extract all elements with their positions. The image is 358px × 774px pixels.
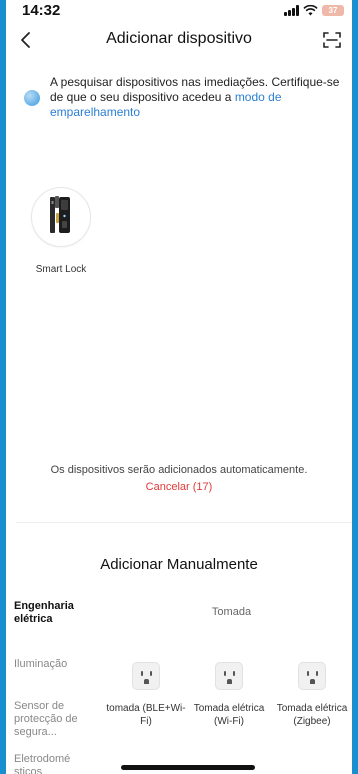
category-electrical-engineering[interactable]: Engenharia elétrica [14, 600, 94, 626]
category-appliances[interactable]: Eletrodomé sticos [14, 753, 94, 774]
section-title: Tomada [211, 606, 252, 618]
status-icons: 37 [284, 5, 344, 16]
searching-dot-icon [24, 90, 40, 106]
category-lighting[interactable]: Iluminação [14, 658, 94, 671]
page-title: Adicionar dispositivo [106, 30, 252, 47]
battery-icon: 37 [322, 5, 344, 16]
home-indicator [121, 765, 255, 770]
status-bar: 14:32 37 [6, 0, 352, 22]
item-label: tomada (BLE+Wi-Fi) [106, 703, 186, 727]
device-name: Smart Lock [35, 264, 87, 275]
category-security-sensor[interactable]: Sensor de protecção de segura... [14, 700, 94, 739]
power-outlet-icon [298, 662, 326, 690]
scan-icon[interactable] [320, 28, 344, 52]
power-outlet-icon [215, 662, 243, 690]
wifi-icon [303, 5, 318, 16]
item-outlet-ble-wifi[interactable]: tomada (BLE+Wi-Fi) [106, 662, 186, 728]
item-outlet-zigbee[interactable]: Tomada elétrica (Zigbee) [272, 662, 352, 728]
manual-add-title: Adicionar Manualmente [100, 556, 258, 573]
device-image[interactable] [31, 187, 91, 247]
search-notice: A pesquisar dispositivos nas imediações.… [22, 75, 344, 120]
status-time: 14:32 [22, 2, 61, 19]
cancel-button[interactable]: Cancelar (17) [6, 481, 352, 493]
divider [16, 522, 352, 523]
search-notice-message: A pesquisar dispositivos nas imediações.… [50, 75, 340, 104]
top-bar: Adicionar dispositivo [6, 22, 352, 60]
item-outlet-wifi[interactable]: Tomada elétrica (Wi-Fi) [189, 662, 269, 728]
found-device-smart-lock[interactable]: Smart Lock [26, 187, 96, 275]
item-label: Tomada elétrica (Wi-Fi) [193, 703, 265, 727]
auto-add-message: Os dispositivos serão adicionados automa… [50, 464, 308, 476]
cellular-signal-icon [284, 5, 299, 16]
item-label: Tomada elétrica (Zigbee) [276, 703, 348, 727]
smart-lock-icon [50, 196, 70, 233]
power-outlet-icon [132, 662, 160, 690]
search-notice-text: A pesquisar dispositivos nas imediações.… [50, 75, 344, 120]
app-screen: 14:32 37 Adicionar dispositivo A pesquis… [6, 0, 352, 774]
